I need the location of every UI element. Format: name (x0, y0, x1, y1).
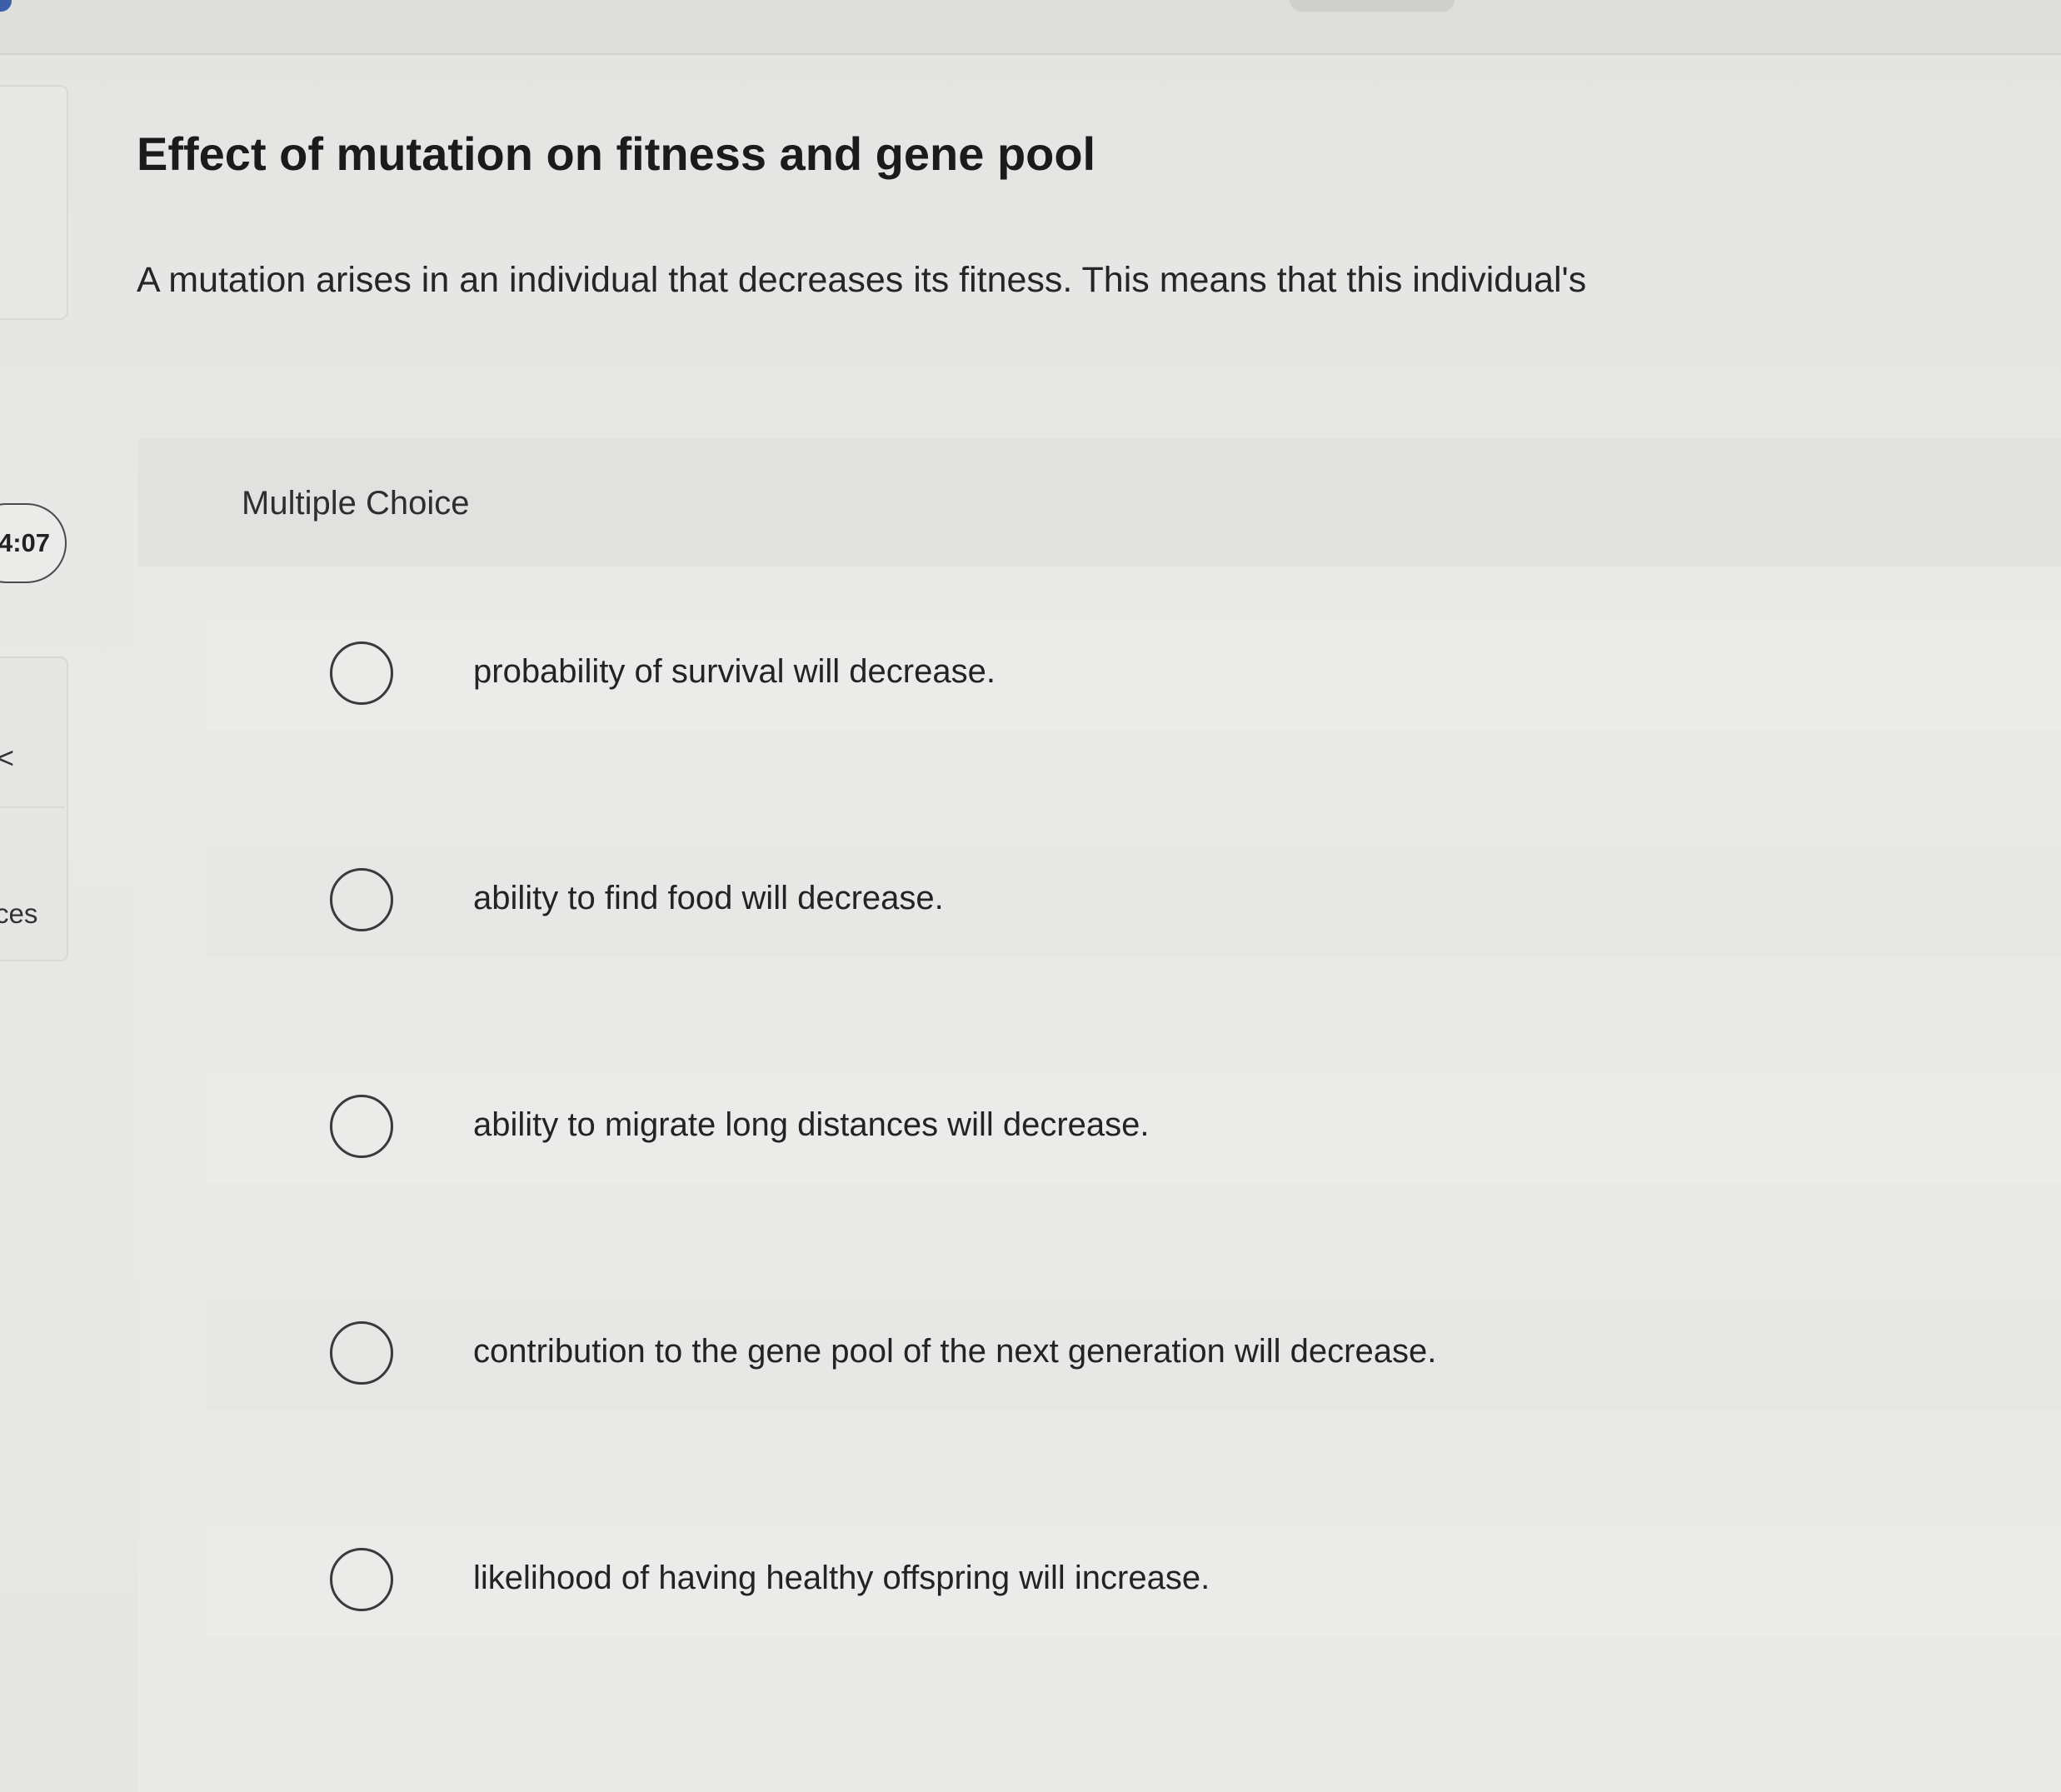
radio-button-icon[interactable] (330, 1095, 393, 1158)
top-corner-indicator (0, 0, 12, 12)
answer-option-label: probability of survival will decrease. (473, 653, 996, 690)
timer-badge: 4:07 (0, 503, 67, 583)
radio-button-icon[interactable] (330, 641, 393, 705)
radio-button-icon[interactable] (330, 868, 393, 931)
answer-option-1[interactable]: probability of survival will decrease. (205, 621, 2061, 730)
answer-option-label: ability to find food will decrease. (473, 880, 944, 916)
sidebar-card-top (0, 85, 68, 320)
radio-button-icon[interactable] (330, 1321, 393, 1385)
question-title: Effect of mutation on fitness and gene p… (137, 127, 1096, 180)
answer-option-2[interactable]: ability to find food will decrease. (205, 848, 2061, 956)
question-type-label: Multiple Choice (242, 485, 470, 522)
multiple-choice-header: Multiple Choice (138, 438, 2061, 567)
answer-option-label: likelihood of having healthy offspring w… (473, 1560, 1210, 1596)
multiple-choice-panel: Multiple Choice probability of survival … (138, 438, 2061, 1792)
radio-button-icon[interactable] (330, 1548, 393, 1611)
chevron-left-icon[interactable]: < (0, 743, 14, 773)
answer-option-label: ability to migrate long distances will d… (473, 1106, 1150, 1143)
top-bar (0, 0, 2061, 55)
sidebar-resources-label[interactable]: ces (0, 898, 37, 930)
timer-text: 4:07 (0, 528, 50, 557)
answer-option-label: contribution to the gene pool of the nex… (473, 1333, 1437, 1370)
sidebar-divider (0, 806, 65, 808)
answer-option-4[interactable]: contribution to the gene pool of the nex… (205, 1301, 2061, 1410)
top-tab-handle[interactable] (1290, 0, 1455, 12)
question-prompt: A mutation arises in an individual that … (137, 260, 1587, 300)
answer-option-3[interactable]: ability to migrate long distances will d… (205, 1075, 2061, 1183)
answer-option-5[interactable]: likelihood of having healthy offspring w… (205, 1528, 2061, 1636)
